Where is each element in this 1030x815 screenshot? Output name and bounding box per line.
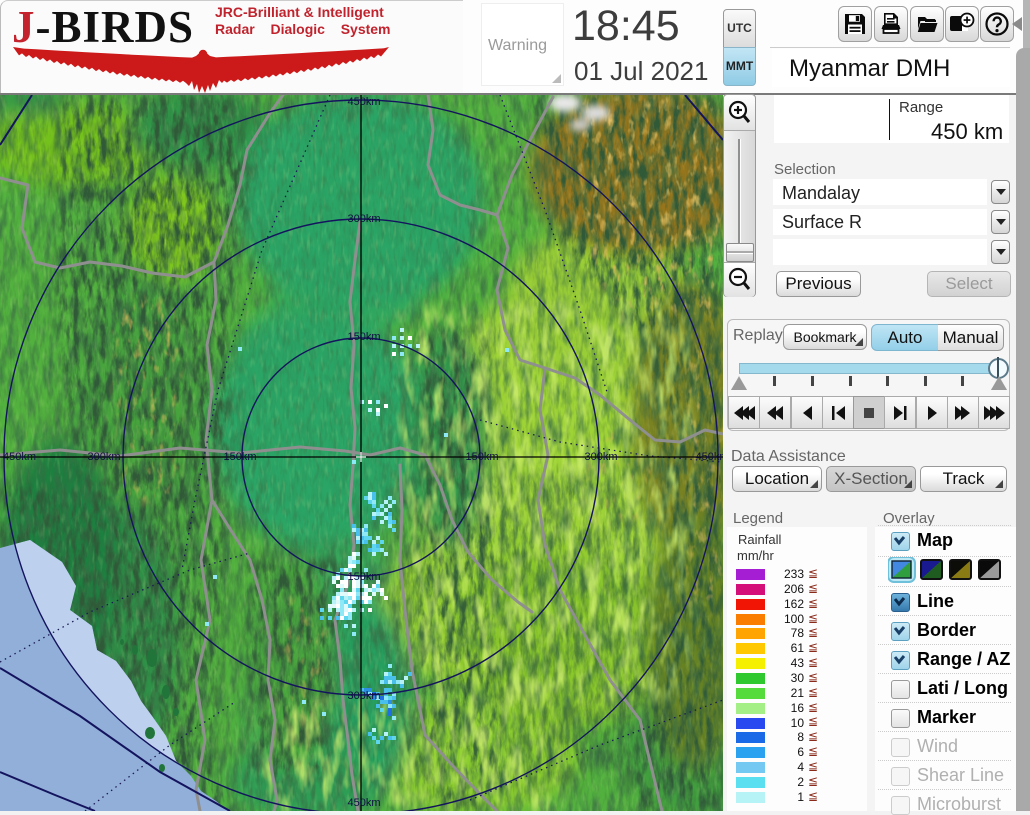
svg-text:150km: 150km [465,451,498,463]
svg-text:300km: 300km [347,690,380,702]
svg-text:450km: 450km [347,797,380,809]
svg-text:450km: 450km [347,96,380,108]
svg-text:300km: 300km [347,213,380,225]
svg-text:450km: 450km [695,451,723,463]
svg-text:150km: 150km [347,331,380,343]
svg-text:150km: 150km [223,451,256,463]
svg-text:150km: 150km [347,571,380,583]
svg-text:450km: 450km [3,451,36,463]
svg-text:300km: 300km [584,451,617,463]
svg-text:300km: 300km [87,451,120,463]
